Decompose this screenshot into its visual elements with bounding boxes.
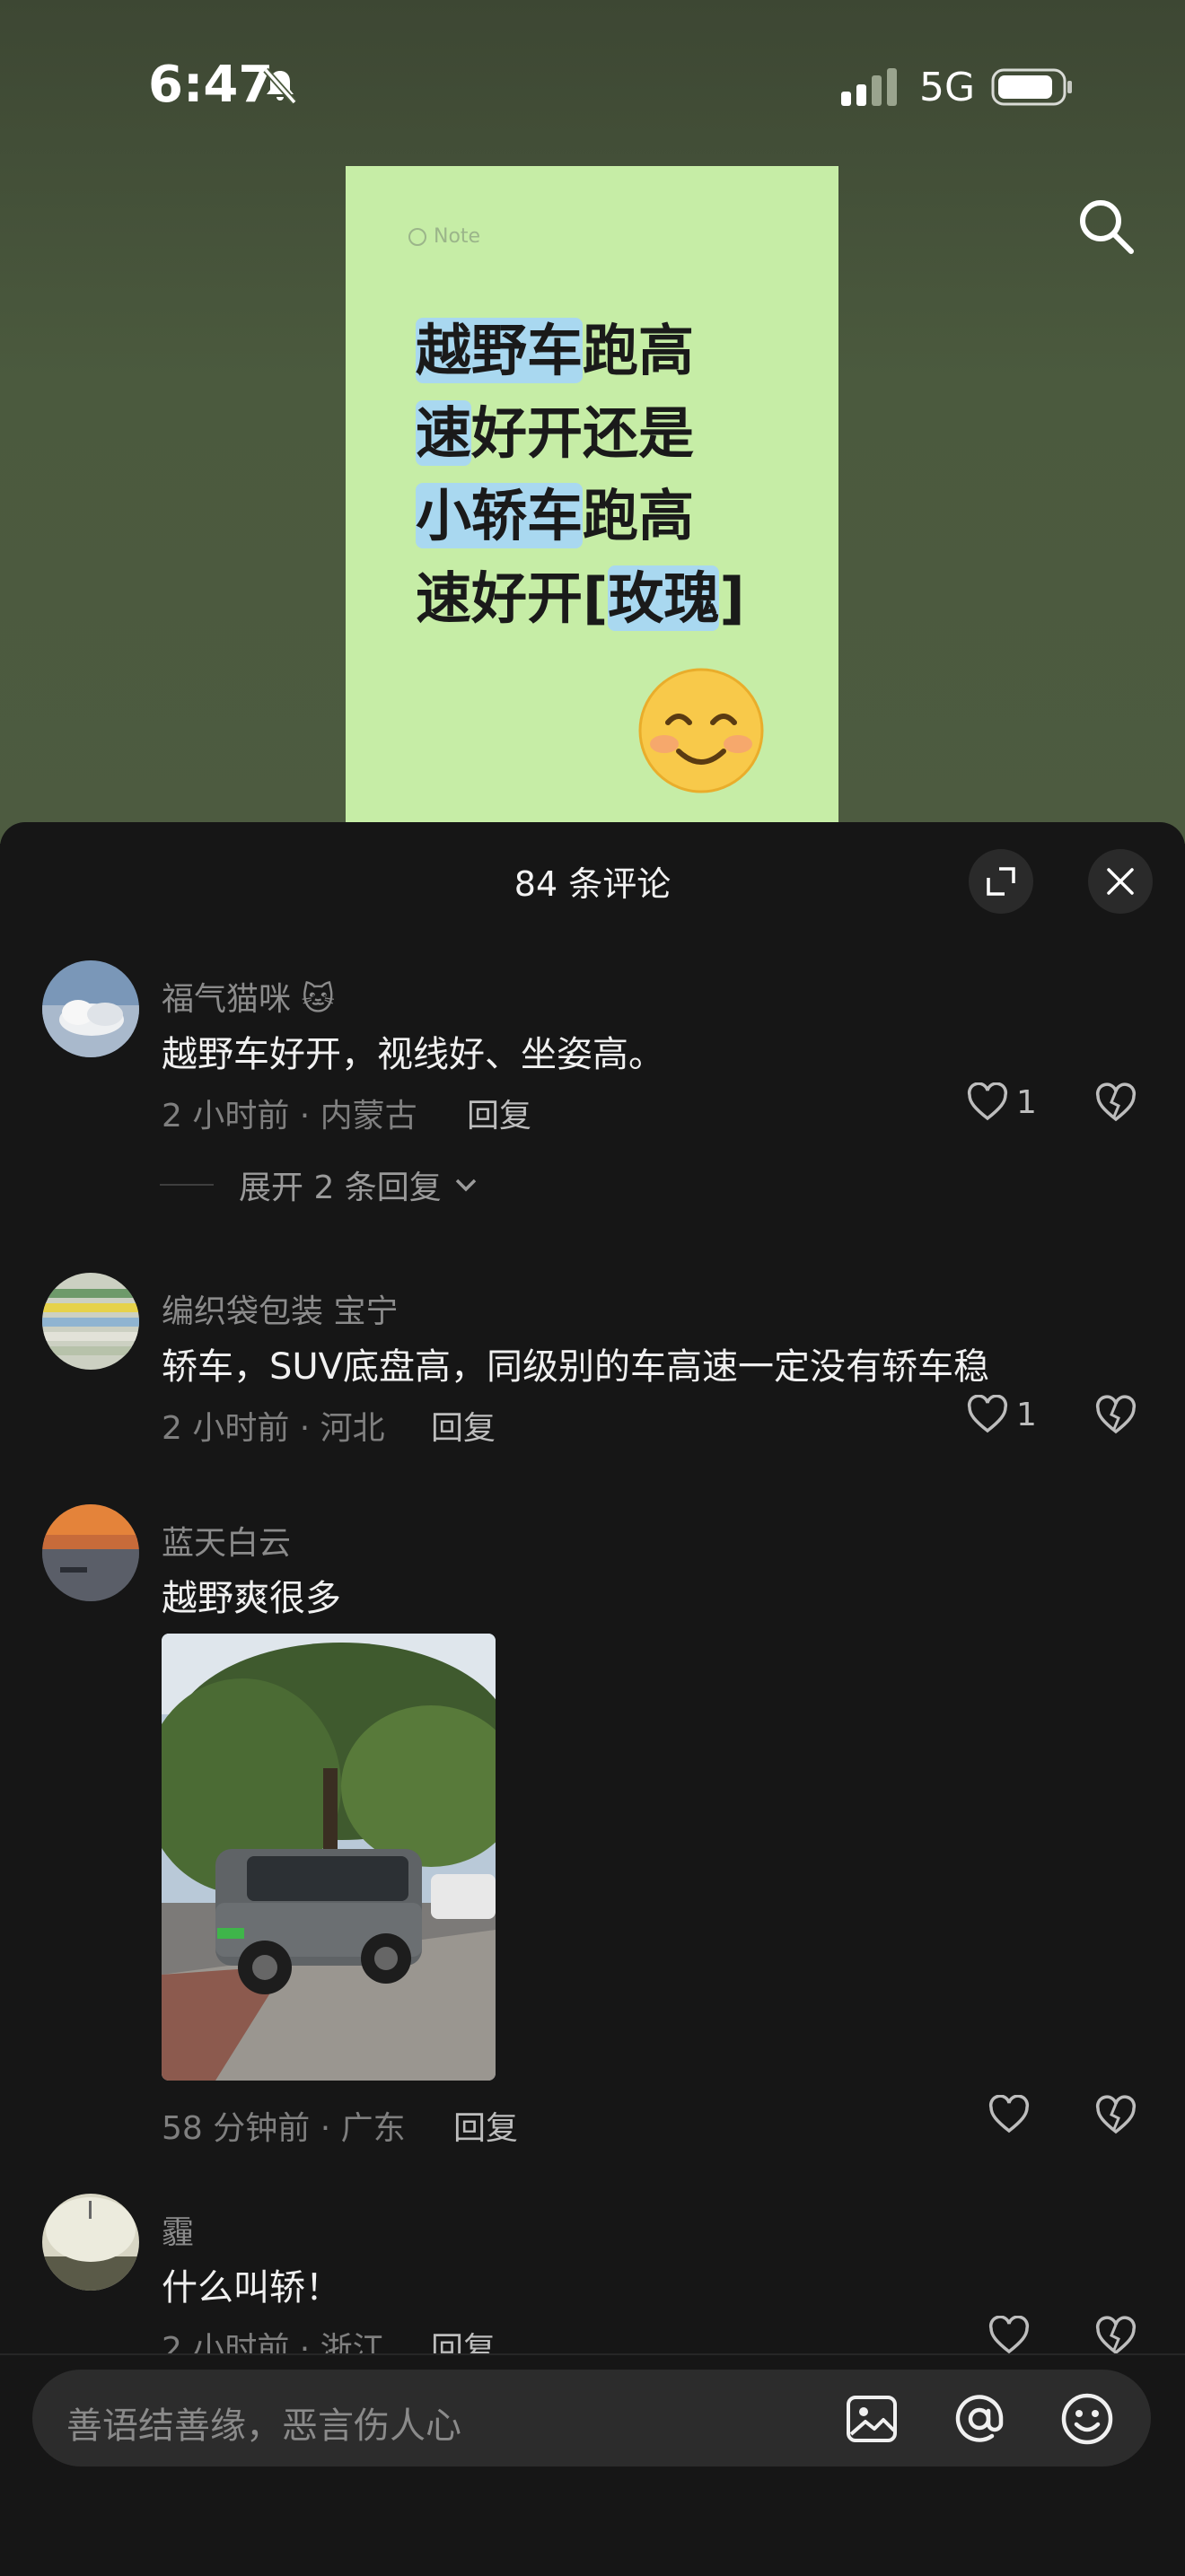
note-highlight-text: 越野车	[416, 318, 584, 383]
broken-heart-icon[interactable]	[1093, 2095, 1138, 2136]
note-text: 速好开[	[416, 565, 609, 631]
like-count: 1	[1016, 1083, 1037, 1121]
comment-text: 越野爽很多	[162, 1578, 341, 1619]
note-line: 小轿车跑高	[416, 475, 793, 557]
image-icon[interactable]	[844, 2391, 900, 2447]
avatar[interactable]	[42, 1273, 139, 1370]
note-text: 跑高	[583, 483, 695, 548]
broken-heart-icon[interactable]	[1093, 2316, 1138, 2357]
avatar[interactable]	[42, 960, 139, 1057]
avatar[interactable]	[42, 1504, 139, 1601]
note-headline: 越野车跑高 速好开还是 小轿车跑高 速好开[玫瑰]	[416, 310, 793, 640]
comment-text: 什么叫轿！	[162, 2267, 341, 2309]
battery-icon	[991, 68, 1072, 106]
comment-meta: 58 分钟前 · 广东	[162, 2110, 406, 2147]
reply-button[interactable]: 回复	[453, 2102, 518, 2149]
like-count: 1	[1016, 1396, 1037, 1433]
heart-icon	[967, 1395, 1008, 1433]
at-icon[interactable]	[952, 2391, 1007, 2447]
divider-line	[160, 1184, 214, 1186]
comment-meta: 2 小时前 · 河北	[162, 1410, 385, 1447]
status-time: 6:47	[148, 56, 274, 114]
comment-text: 轿车，SUV底盘高，同级别的车高速一定没有轿车稳	[162, 1346, 990, 1388]
comment-text: 越野车好开，视线好、坐姿高。	[162, 1034, 664, 1075]
like-button[interactable]	[988, 2095, 1038, 2134]
comment-meta: 2 小时前 · 内蒙古	[162, 1098, 417, 1135]
signal-icon	[841, 68, 897, 106]
heart-icon	[967, 1082, 1008, 1121]
silent-bell-icon	[263, 67, 297, 105]
comment-author[interactable]: 霾	[162, 2206, 194, 2253]
expand-icon	[987, 867, 1015, 896]
note-tag: Note	[408, 225, 480, 248]
comment-photo[interactable]	[162, 1634, 496, 2081]
like-button[interactable]	[988, 2316, 1038, 2355]
car-photo-image	[162, 1634, 496, 2081]
expand-replies[interactable]: 展开 2 条回复	[160, 1161, 478, 1208]
smiling-face-icon	[638, 668, 764, 793]
note-text: 好开还是	[471, 400, 695, 466]
note-highlight-text: 小轿车	[416, 483, 584, 548]
note-card: Note 越野车跑高 速好开还是 小轿车跑高 速好开[玫瑰]	[346, 166, 838, 848]
note-line: 越野车跑高	[416, 310, 793, 392]
chevron-down-icon	[455, 1178, 477, 1192]
expand-replies-label: 展开 2 条回复	[239, 1170, 442, 1206]
like-button[interactable]: 1	[966, 1082, 1037, 1122]
broken-heart-icon[interactable]	[1093, 1082, 1138, 1124]
close-button[interactable]	[1088, 849, 1153, 914]
heart-icon	[988, 2316, 1030, 2354]
reply-button[interactable]: 回复	[467, 1090, 531, 1136]
note-dot-icon	[408, 227, 426, 246]
note-highlight-text: 速	[416, 400, 472, 466]
note-tag-label: Note	[434, 225, 481, 248]
expand-button[interactable]	[969, 849, 1033, 914]
comment-author[interactable]: 编织袋包装 宝宁	[162, 1285, 398, 1332]
note-text: 跑高	[583, 318, 695, 383]
status-bar: 6:47 5G	[0, 0, 1185, 171]
comment-input-placeholder: 善语结善缘，恶言伤人心	[66, 2405, 461, 2447]
comment-author[interactable]: 福气猫咪 🐱	[162, 973, 335, 1020]
search-icon[interactable]	[1074, 194, 1138, 258]
comment-author[interactable]: 蓝天白云	[162, 1517, 291, 1564]
note-highlight-text: 玫瑰	[608, 565, 720, 631]
close-icon	[1107, 868, 1134, 895]
note-text: ]	[719, 565, 745, 631]
avatar[interactable]	[42, 2194, 139, 2291]
reply-button[interactable]: 回复	[431, 1402, 496, 1449]
video-area[interactable]: 6:47 5G Note 越野车跑高 速好开还是 小轿车跑高 速好开[玫瑰]	[0, 0, 1185, 848]
comment-input[interactable]: 善语结善缘，恶言伤人心	[32, 2370, 1151, 2466]
heart-icon	[988, 2095, 1030, 2134]
emoji-icon[interactable]	[1059, 2391, 1115, 2447]
comments-sheet: 84 条评论 福气猫咪 🐱 越野车好开，视线好、坐姿高。 2 小时前 · 内蒙古…	[0, 822, 1185, 2574]
like-button[interactable]: 1	[966, 1395, 1037, 1434]
note-line: 速好开[玫瑰]	[416, 557, 793, 640]
broken-heart-icon[interactable]	[1093, 1395, 1138, 1436]
note-line: 速好开还是	[416, 392, 793, 475]
network-type: 5G	[919, 65, 976, 110]
